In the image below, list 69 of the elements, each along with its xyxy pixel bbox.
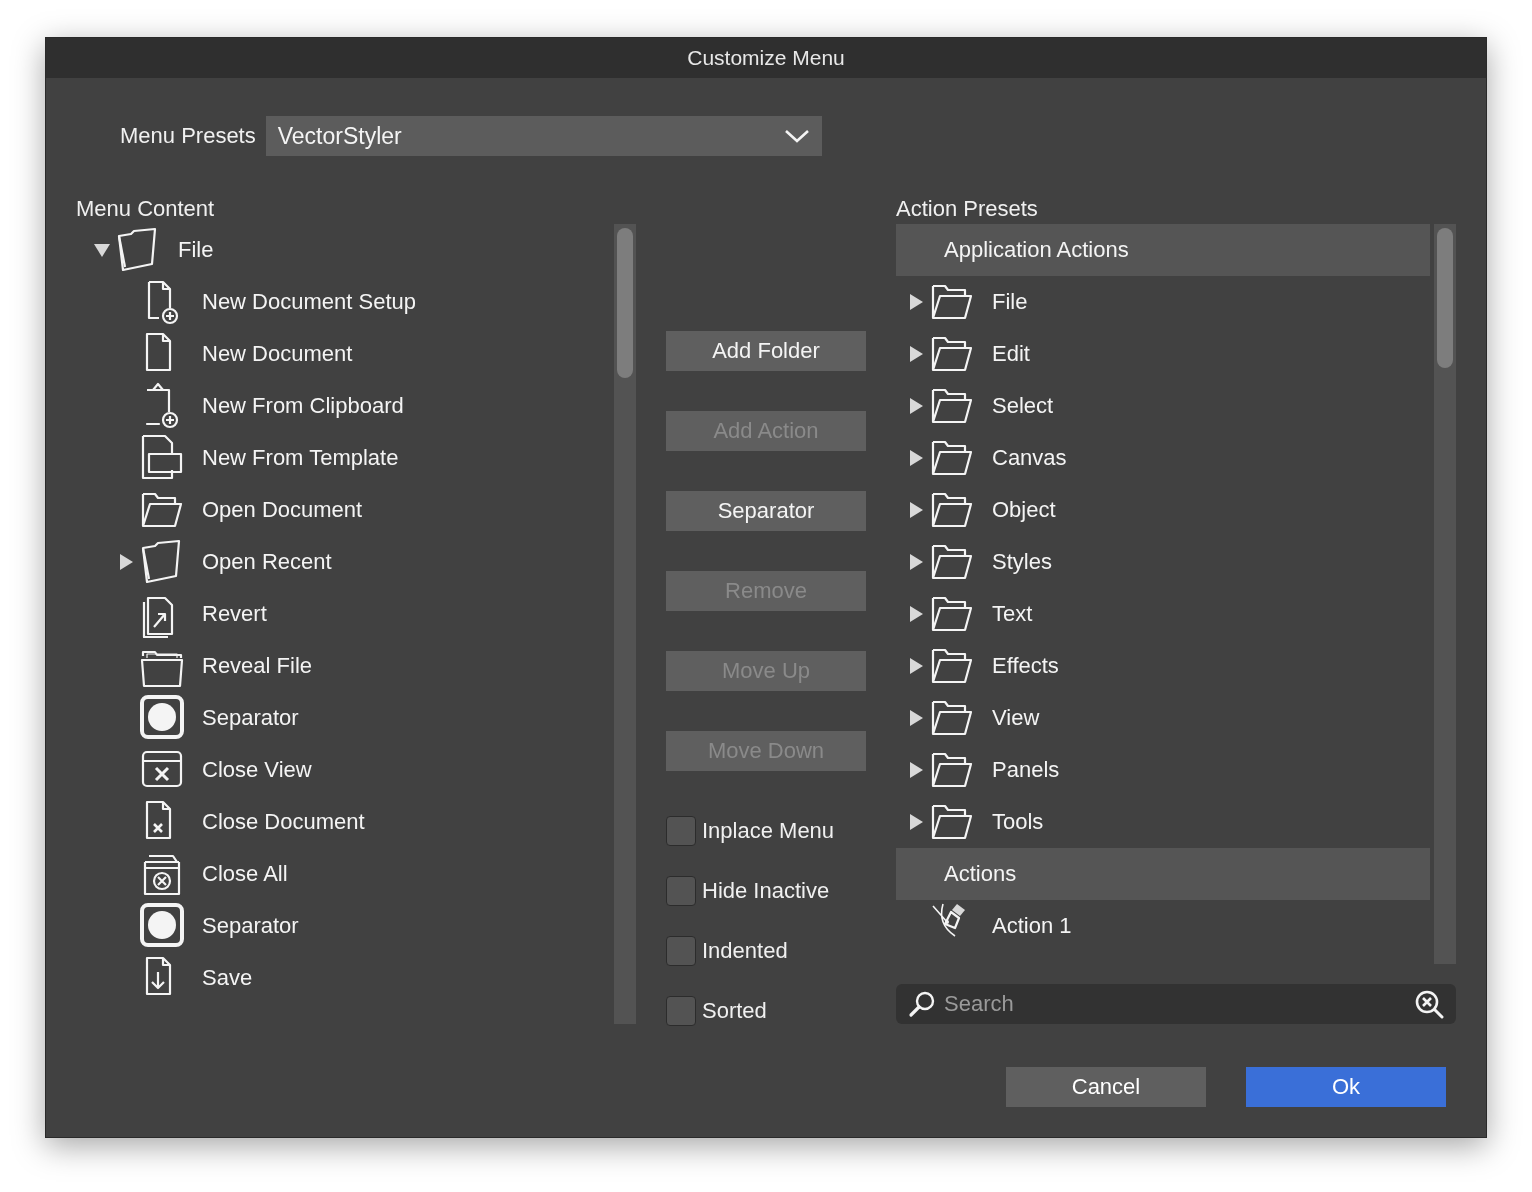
triangle-right-icon[interactable] [907,397,925,415]
folder-item[interactable]: View [992,705,1040,731]
menu-item[interactable]: Close View [202,757,312,783]
action-presets-label: Action Presets [896,196,1039,222]
triangle-right-icon[interactable] [907,449,925,467]
triangle-right-icon[interactable] [117,553,135,571]
folder-item[interactable]: Object [992,497,1056,523]
folder-item[interactable]: Tools [992,809,1044,835]
folder-item[interactable]: Open Recent [202,549,332,575]
action-button[interactable]: Add Folder [666,331,866,371]
menu-item[interactable]: Close All [202,861,288,887]
folder-item[interactable]: Panels [992,757,1060,783]
menu-item[interactable]: Reveal File [202,653,313,679]
folder-item[interactable]: File [178,237,214,263]
triangle-right-icon[interactable] [907,553,925,571]
search-input[interactable]: Search [942,990,1408,1018]
group-header: Application Actions [896,224,1430,276]
search-field[interactable]: Search [896,984,1456,1024]
folder-item[interactable]: Select [992,393,1054,419]
folder-item[interactable]: Styles [992,549,1052,575]
triangle-down-icon[interactable] [93,241,111,259]
checkbox[interactable] [666,996,696,1026]
triangle-right-icon[interactable] [907,813,925,831]
menu-item[interactable]: Open Document [202,497,363,523]
checkbox[interactable] [666,876,696,906]
separator-icon [139,694,185,742]
menu-presets-dropdown[interactable]: VectorStyler [265,116,822,156]
folder-item[interactable]: Text [992,601,1033,627]
group-header: Actions [896,848,1430,900]
template-icon [139,434,185,482]
menu-item[interactable]: Revert [202,601,267,627]
checkbox-label: Sorted [702,998,767,1024]
menu-content-label: Menu Content [76,196,216,222]
clear-search-icon[interactable] [1414,989,1444,1019]
menu-presets-label: Menu Presets [120,123,256,149]
menu-item[interactable]: Close Document [202,809,365,835]
separator-item[interactable]: Separator [202,913,299,939]
separator-item[interactable]: Separator [202,705,299,731]
triangle-right-icon[interactable] [907,605,925,623]
checkbox-label: Inplace Menu [702,818,835,844]
scrollbar[interactable] [614,224,636,1024]
menu-item[interactable]: Save [202,965,253,991]
cancel-button[interactable]: Cancel [1006,1067,1206,1107]
menu-item[interactable]: New Document Setup [202,289,416,315]
ok-button[interactable]: Ok [1246,1067,1446,1107]
folder-item[interactable]: File [992,289,1028,315]
folder-item[interactable]: Canvas [992,445,1067,471]
triangle-right-icon[interactable] [907,657,925,675]
checkbox-label: Indented [702,938,788,964]
menu-item[interactable]: New From Clipboard [202,393,404,419]
checkbox[interactable] [666,816,696,846]
search-icon [908,990,936,1018]
chevron-down-icon [783,128,810,144]
action-item[interactable]: Action 1 [992,913,1072,939]
folder-item[interactable]: Effects [992,653,1059,679]
triangle-right-icon[interactable] [907,501,925,519]
menu-item[interactable]: New From Template [202,445,399,471]
window-title: Customize Menu [46,38,1486,78]
scrollbar[interactable] [1434,224,1456,964]
action-button[interactable]: Separator [666,491,866,531]
separator-icon [139,902,185,950]
triangle-right-icon[interactable] [907,761,925,779]
triangle-right-icon[interactable] [907,345,925,363]
checkbox[interactable] [666,936,696,966]
menu-item[interactable]: New Document [202,341,353,367]
triangle-right-icon[interactable] [907,293,925,311]
checkbox-label: Hide Inactive [702,878,830,904]
folder-item[interactable]: Edit [992,341,1030,367]
triangle-right-icon[interactable] [907,709,925,727]
